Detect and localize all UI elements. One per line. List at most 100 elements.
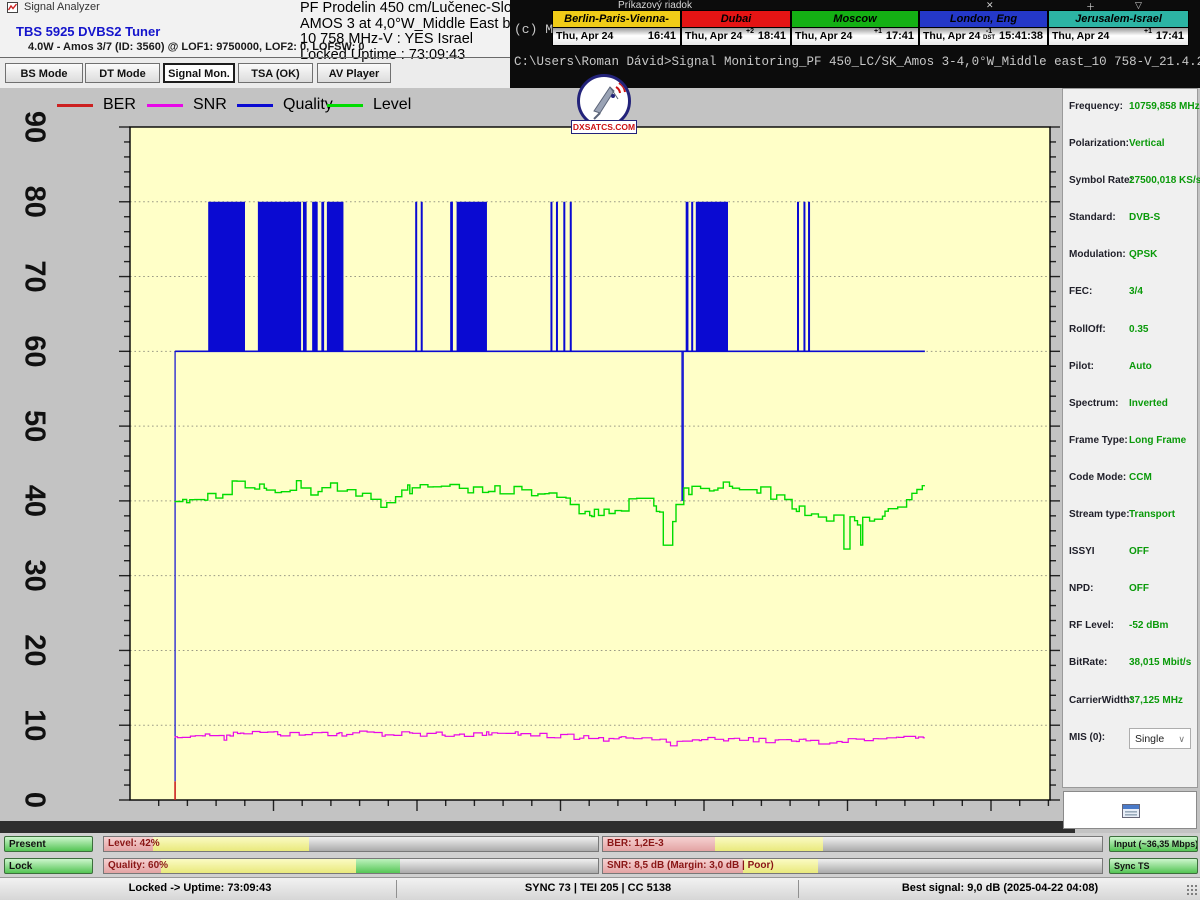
param-label: Pilot: [1069,361,1094,372]
y-axis-label: 0 [18,792,50,808]
quality-spike-block [563,202,565,352]
param-row-modulation-: Modulation:QPSK [1063,237,1197,274]
quality-spike-block [208,202,245,352]
param-row-issyi: ISSYIOFF [1063,534,1197,571]
legend-item-ber: BER [57,94,143,116]
tab-dt-mode[interactable]: DT Mode [85,63,160,83]
param-label: Code Mode: [1069,472,1126,483]
legend-item-snr: SNR [147,94,233,116]
param-label: CarrierWidth: [1069,695,1133,706]
gauge-quality: Quality: 60% [103,858,599,874]
param-label: MIS (0): [1069,732,1105,743]
quality-spike-block [797,202,799,352]
world-clock-panel: Berlin-Paris-Vienna-Roma Thu, Apr 24 16:41… [552,10,1189,46]
param-value: 27500,018 KS/s [1129,175,1200,186]
status-pill-sync-ts: Sync TS [1109,858,1198,874]
param-value: OFF [1129,546,1149,557]
clock-moscow: MoscowThu, Apr 24+117:41 [791,10,919,46]
tab-signal-mon-[interactable]: Signal Mon. [163,63,235,83]
param-label: Frame Type: [1069,435,1128,446]
param-label: BitRate: [1069,657,1107,668]
param-value: Vertical [1129,138,1165,149]
quality-spike-block [457,202,487,352]
gauge-fill [715,837,822,851]
quality-spike-block [415,202,417,352]
annotation-line-2: AMOS 3 at 4,0°W_Middle East beam [300,17,546,33]
signal-monitor-chart: BERSNRQualityLevel 0102030405060708090 [0,88,1060,821]
gauge-label: Quality: 60% [108,860,168,871]
param-row-frame-type-: Frame Type:Long Frame [1063,423,1197,460]
param-label: RollOff: [1069,324,1106,335]
param-value: Inverted [1129,398,1168,409]
legend-item-quality: Quality [237,94,323,116]
gauge-level: Level: 42% [103,836,599,852]
tab-av-player[interactable]: AV Player [317,63,391,83]
param-label: Symbol Rate: [1069,175,1133,186]
chart-bottom-edge [0,821,1075,833]
gauge-fill-tip [356,859,400,873]
logo-label: DXSATCS.COM [571,120,637,134]
param-label: Frequency: [1069,101,1123,112]
param-label: Spectrum: [1069,398,1118,409]
param-row-npd-: NPD:OFF [1063,571,1197,608]
console-copyright-fragment: (c) M [514,22,553,37]
clock-time: 17:41 [1156,30,1184,42]
quality-spike-block [312,202,318,352]
param-row-bitrate-: BitRate: 38,015 Mbit/s [1063,645,1197,682]
param-value: -52 dBm [1129,620,1168,631]
clock-city: Berlin-Paris-Vienna-Roma [552,10,681,28]
clock-utc-offset: +2 [746,28,754,35]
quality-spike-block [321,202,324,352]
quality-spike-block [686,202,689,352]
y-axis-label: 10 [18,709,50,741]
tab-tsa-ok-[interactable]: TSA (OK) [238,63,313,83]
clock-dubai: DubaiThu, Apr 24+218:41 [681,10,791,46]
clock-time-row: Thu, Apr 24-1DST15:41:38 [919,28,1048,46]
annotation-line-3: 10 758 MHz-V : YES Israel [300,32,546,48]
legend-label: Level [373,96,411,114]
param-row-mis: MIS (0): Single∨ [1063,720,1197,765]
param-label: Modulation: [1069,249,1126,260]
legend-item-level: Level [327,94,413,116]
legend-label: SNR [193,96,227,114]
annotation-line-1: PF Prodelin 450 cm/Lučenec-Slovakia [300,1,546,17]
resize-grip[interactable] [1186,884,1198,896]
param-row-frequency-: Frequency:10759,858 MHz [1063,89,1197,126]
y-axis-label: 40 [18,485,50,517]
console-prompt-line[interactable]: C:\Users\Roman Dávid>Signal Monitoring_P… [514,55,1200,69]
quality-spike-block [450,202,453,352]
quality-spike-block [421,202,423,352]
chart-plot: 0102030405060708090 [0,88,1060,821]
annotation-line-4: Locked Uptime : 73:09:43 [300,48,546,64]
param-label: Polarization: [1069,138,1129,149]
status-indicator-rows: PresentLevel: 42%BER: 1,2E-3Input (~36,3… [0,833,1200,877]
legend-swatch [147,104,183,107]
save-button[interactable] [1063,791,1197,829]
param-value: 37,125 MHz [1129,695,1183,706]
legend-swatch [57,104,93,107]
legend-swatch [237,104,273,107]
param-label: Stream type: [1069,509,1130,520]
status-separator [798,880,799,898]
bottom-status-bar: Locked -> Uptime: 73:09:43 SYNC 73 | TEI… [0,877,1200,900]
param-value: 38,015 Mbit/s [1129,657,1191,668]
clock-time: 16:41 [648,30,676,42]
transponder-params-panel: Frequency:10759,858 MHz Polarization:Vert… [1062,88,1198,788]
clock-utc-offset: +1 [1144,28,1152,35]
y-axis-label: 60 [18,335,50,367]
param-value: DVB-S [1129,212,1160,223]
tab-bs-mode[interactable]: BS Mode [5,63,83,83]
clock-city: London, Eng [919,10,1048,28]
param-row-code-mode-: Code Mode:CCM [1063,460,1197,497]
clock-date: Thu, Apr 24 [1052,30,1109,42]
clock-time: 17:41 [886,30,914,42]
y-axis-label: 80 [18,186,50,218]
quality-spike-block [808,202,810,352]
param-value: Long Frame [1129,435,1186,446]
y-axis-label: 30 [18,560,50,592]
mis-select[interactable]: Single∨ [1129,728,1191,749]
clock-time: 15:41:38 [999,30,1043,42]
status-uptime: Locked -> Uptime: 73:09:43 [20,882,380,894]
param-row-carrierwidth-: CarrierWidth:37,125 MHz [1063,683,1197,720]
param-row-rolloff-: RollOff:0.35 [1063,312,1197,349]
